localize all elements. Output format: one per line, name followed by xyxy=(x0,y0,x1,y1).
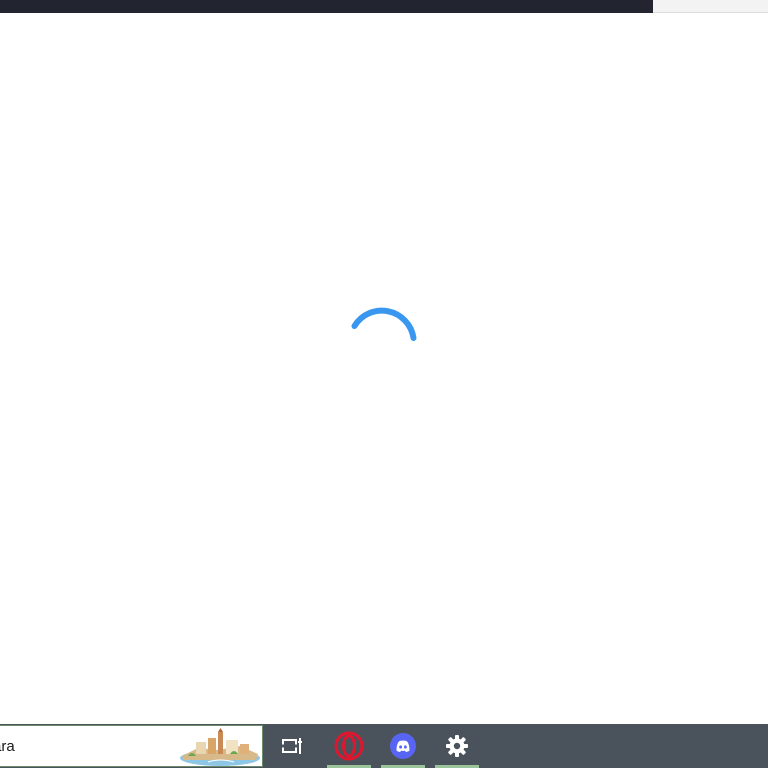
taskbar-search-box[interactable]: ara xyxy=(0,725,263,767)
opera-taskbar-button[interactable] xyxy=(327,724,371,768)
page-content xyxy=(0,13,768,724)
task-view-button[interactable] xyxy=(270,724,314,768)
settings-taskbar-button[interactable] xyxy=(435,724,479,768)
screen: ara xyxy=(0,0,768,768)
task-view-icon xyxy=(281,738,302,754)
gear-icon xyxy=(446,735,468,757)
taskbar: ara xyxy=(0,724,768,768)
search-highlight-icon xyxy=(180,728,260,766)
browser-top-bar xyxy=(0,0,653,13)
search-input-text[interactable]: ara xyxy=(0,738,15,755)
loading-spinner-icon xyxy=(351,307,417,341)
discord-taskbar-button[interactable] xyxy=(381,724,425,768)
discord-icon xyxy=(390,733,416,759)
opera-icon xyxy=(334,731,364,761)
top-right-panel xyxy=(653,0,768,13)
